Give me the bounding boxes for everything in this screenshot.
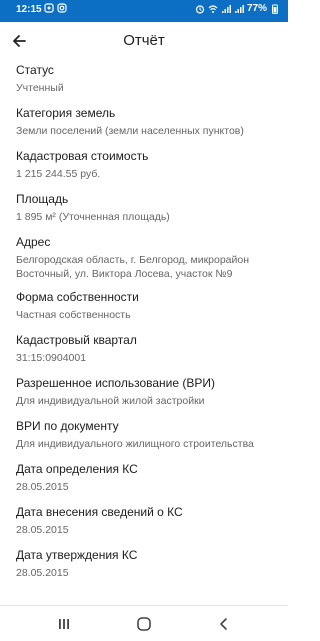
recent-apps-icon [59,619,69,629]
field-label: Форма собственности [16,290,139,304]
field-cadastral-quarter: Кадастровый квартал 31:15:0904001 [16,333,278,365]
field-label: Площадь [16,192,69,206]
system-icons: 77% [195,3,280,14]
field-address: Адрес Белгородская область, г. Белгород,… [16,235,278,281]
field-value: 1 215 244.55 руб. [16,168,101,180]
field-value: 28.05.2015 [16,567,69,579]
field-value: 28.05.2015 [16,481,69,493]
field-value: 28.05.2015 [16,524,69,536]
field-label: Дата внесения сведений о КС [16,505,183,519]
message-icon [44,3,54,13]
field-label: Категория земель [16,106,116,120]
field-label: ВРИ по документу [16,419,119,433]
instagram-icon [57,3,67,13]
field-area: Площадь 1 895 м² (Уточненная площадь) [16,192,278,224]
page-title: Отчёт [123,32,165,49]
field-value: Белгородская область, г. Белгород, микро… [16,254,250,280]
notification-icons [44,3,67,13]
field-label: Дата утверждения КС [16,548,138,562]
system-nav-bar [0,605,288,641]
field-land-category: Категория земель Земли поселений (земли … [16,106,278,138]
field-label: Дата определения КС [16,462,138,476]
battery-level: 77% [246,3,267,14]
field-value: Частная собственность [16,309,131,321]
field-permitted-use: Разрешенное использование (ВРИ) Для инди… [16,376,278,408]
field-valuation-date: Дата определения КС 28.05.2015 [16,462,278,494]
field-value: 1 895 м² (Уточненная площадь) [16,211,170,223]
field-use-by-document: ВРИ по документу Для индивидуального жил… [16,419,278,451]
field-label: Разрешенное использование (ВРИ) [16,376,216,390]
field-value: 31:15:0904001 [16,352,87,364]
home-icon [137,617,151,631]
back-nav-button[interactable] [214,614,234,634]
chevron-left-icon [220,618,227,630]
field-cadastral-value: Кадастровая стоимость 1 215 244.55 руб. [16,149,278,181]
wifi-icon [208,4,218,13]
field-status: Статус Учтенный [16,63,278,95]
recent-apps-button[interactable] [54,614,74,634]
field-label: Адрес [16,235,51,249]
field-label: Кадастровый квартал [16,333,137,347]
status-time: 12:15 [16,4,42,15]
field-entry-date: Дата внесения сведений о КС 28.05.2015 [16,505,278,537]
field-ownership: Форма собственности Частная собственност… [16,290,278,322]
field-value: Для индивидуального жилищного строительс… [16,438,254,450]
home-button[interactable] [134,614,154,634]
field-label: Статус [16,63,54,77]
field-approval-date: Дата утверждения КС 28.05.2015 [16,548,278,580]
status-bar: 12:15 77% [0,0,288,22]
app-bar: Отчёт [0,22,288,60]
signal-icon-2 [234,4,244,13]
field-value: Учтенный [16,82,64,94]
alarm-icon [195,4,205,14]
battery-icon [272,4,278,14]
field-value: Для индивидуальной жилой застройки [16,395,205,407]
field-label: Кадастровая стоимость [16,149,149,163]
signal-icon [221,4,231,13]
field-value: Земли поселений (земли населенных пункто… [16,125,244,137]
